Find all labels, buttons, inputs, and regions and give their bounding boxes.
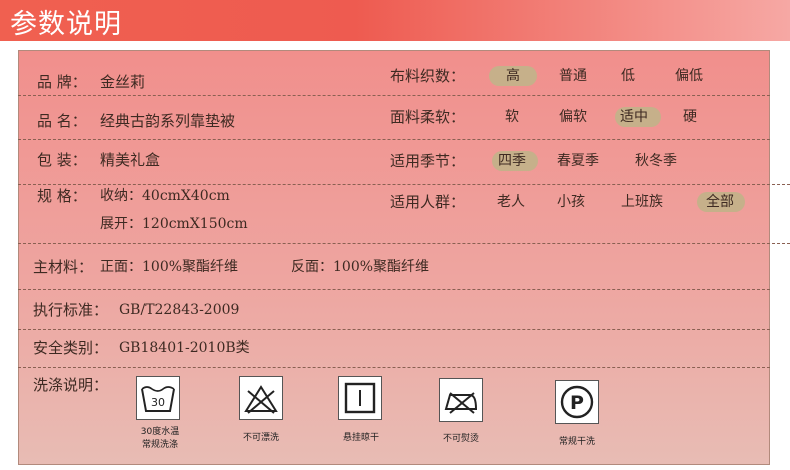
row-divider — [18, 184, 790, 185]
material-back: 反面：100%聚酯纤维 — [291, 259, 430, 275]
wash-temp-symbol: 30 — [151, 396, 165, 409]
season-option-autumn-winter: 秋冬季 — [635, 153, 677, 169]
safety-label: 安全类别： — [33, 339, 109, 357]
care-caption: 不可漂洗 — [242, 433, 279, 443]
season-option-all: 四季 — [498, 153, 526, 169]
row-divider — [18, 329, 770, 330]
row-divider — [18, 243, 790, 244]
safety-value: GB18401-2010B类 — [119, 340, 250, 356]
material-label: 主材料： — [33, 258, 94, 276]
spec-label: 规 格： — [37, 187, 87, 205]
density-label: 布料织数： — [390, 67, 466, 85]
softness-option-hard: 硬 — [683, 109, 697, 125]
brand-value: 金丝莉 — [100, 73, 146, 91]
softness-label: 面料柔软： — [390, 108, 466, 126]
header-bar: 参数说明 — [0, 0, 790, 41]
brand-label: 品 牌： — [37, 73, 87, 91]
softness-option-medium: 适中 — [620, 109, 648, 125]
people-label: 适用人群： — [390, 193, 466, 211]
page-title: 参数说明 — [10, 9, 122, 40]
spec-unfolded: 展开：120cmX150cm — [100, 216, 248, 232]
season-option-spring-summer: 春夏季 — [557, 153, 599, 169]
row-divider — [18, 367, 770, 368]
standard-label: 执行标准： — [33, 301, 109, 319]
care-caption: 不可熨烫 — [442, 434, 479, 444]
package-label: 包 装： — [37, 151, 87, 169]
row-divider — [18, 289, 770, 290]
people-option-office: 上班族 — [621, 194, 663, 210]
season-label: 适用季节： — [390, 152, 466, 170]
name-label: 品 名： — [37, 112, 87, 130]
softness-option-soft: 软 — [505, 109, 519, 125]
care-caption: 常规干洗 — [558, 437, 595, 447]
care-caption: 30度水温 — [140, 427, 180, 437]
wash-30-icon: 30 — [136, 376, 180, 420]
density-option-high: 高 — [506, 68, 520, 84]
dry-clean-p-icon: P — [555, 380, 599, 424]
hang-dry-icon — [338, 376, 382, 420]
wash-label: 洗涤说明： — [33, 376, 109, 394]
people-option-all: 全部 — [706, 194, 734, 210]
no-bleach-icon — [239, 376, 283, 420]
softness-option-softish: 偏软 — [559, 109, 587, 125]
name-value: 经典古韵系列靠垫被 — [100, 112, 236, 130]
care-caption: 悬挂晾干 — [342, 433, 379, 443]
row-divider — [18, 95, 770, 96]
density-option-lower: 偏低 — [675, 68, 703, 84]
care-caption: 常规洗涤 — [141, 440, 178, 450]
material-front: 正面：100%聚酯纤维 — [100, 259, 239, 275]
dry-clean-symbol: P — [570, 392, 584, 414]
density-option-normal: 普通 — [559, 68, 587, 84]
spec-folded: 收纳：40cmX40cm — [100, 188, 230, 204]
people-option-elderly: 老人 — [497, 194, 525, 210]
no-iron-icon — [439, 378, 483, 422]
people-option-children: 小孩 — [557, 194, 585, 210]
density-option-low: 低 — [621, 68, 635, 84]
package-value: 精美礼盒 — [100, 151, 161, 169]
row-divider — [18, 139, 770, 140]
standard-value: GB/T22843-2009 — [119, 302, 240, 318]
